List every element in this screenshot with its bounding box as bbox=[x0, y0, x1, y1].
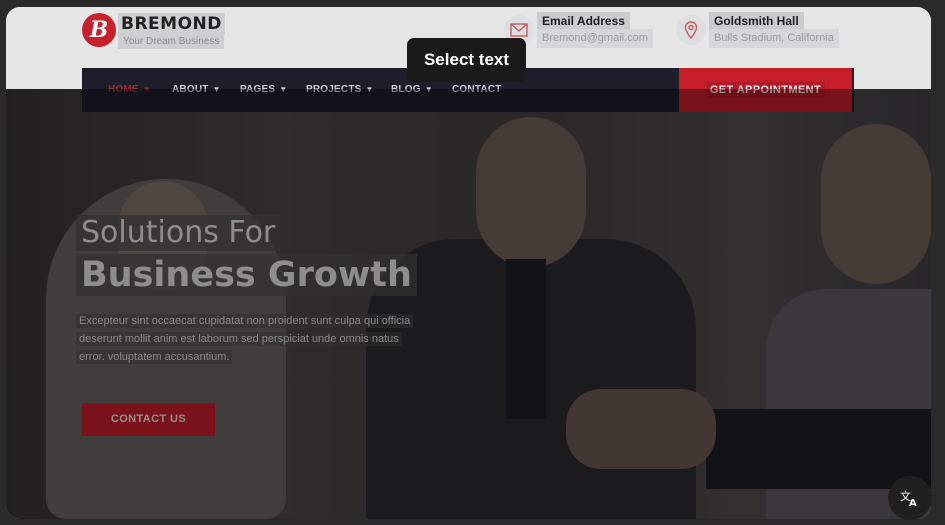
email-value[interactable]: Bremond@gmail.com bbox=[537, 29, 653, 48]
brand-tagline: Your Dream Business bbox=[118, 34, 225, 49]
svg-text:A: A bbox=[909, 498, 917, 507]
address-value: Bulls Stadium, California bbox=[709, 29, 839, 48]
brand-name[interactable]: BREMOND bbox=[118, 13, 225, 35]
select-text-tooltip: Select text bbox=[407, 38, 526, 82]
dim-overlay bbox=[6, 89, 931, 519]
map-pin-icon bbox=[676, 15, 706, 45]
brand-logo-icon[interactable]: B bbox=[82, 13, 116, 47]
translate-icon[interactable]: 文A bbox=[888, 476, 932, 520]
email-title: Email Address bbox=[537, 12, 630, 30]
address-title: Goldsmith Hall bbox=[709, 12, 804, 30]
